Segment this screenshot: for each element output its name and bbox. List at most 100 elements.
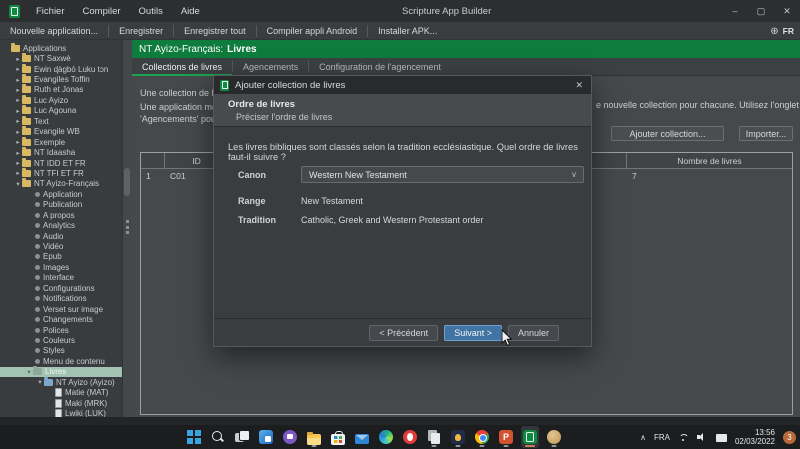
add-collection-button[interactable]: Ajouter collection... [611, 126, 724, 141]
tree-item-label: Application [43, 189, 83, 199]
tree-item-label: Text [34, 116, 49, 126]
tree-item-publication[interactable]: Publication [0, 200, 122, 210]
taskbar-item-purple-app[interactable] [281, 426, 299, 448]
tradition-value: Catholic, Greek and Western Protestant o… [301, 215, 484, 225]
tree-item-notifications[interactable]: Notifications [0, 294, 122, 304]
toolbar-button-enregistrer-tout[interactable]: Enregistrer tout [174, 22, 256, 39]
tree-item-epub[interactable]: Epub [0, 252, 122, 262]
next-button[interactable]: Suivant > [444, 324, 502, 341]
keyboard-language-indicator[interactable]: FRA [654, 433, 670, 442]
tree-item-images[interactable]: Images [0, 262, 122, 272]
tree-item-maki-mrk[interactable]: Maki (MRK) [0, 398, 122, 408]
menu-compiler[interactable]: Compiler [74, 0, 130, 22]
menu-aide[interactable]: Aide [172, 0, 209, 22]
cancel-button[interactable]: Annuler [507, 324, 559, 341]
tree-item-label: Verset sur image [43, 304, 104, 314]
tree-item-interface[interactable]: Interface [0, 273, 122, 283]
taskbar-item-widgets[interactable] [257, 426, 275, 448]
taskbar-item-scripture-app-builder[interactable] [521, 426, 539, 448]
tree-item-analytics[interactable]: Analytics [0, 220, 122, 230]
tree-item-styles[interactable]: Styles [0, 346, 122, 356]
taskbar-item-powerpoint[interactable]: P [497, 426, 515, 448]
tree-item-livres[interactable]: ▾ Livres [0, 366, 122, 377]
tree-item-application[interactable]: Application [0, 189, 122, 199]
tree-item-nt-idd-et-fr[interactable]: ▸ NT IDD ET FR [0, 157, 122, 168]
maximize-button[interactable]: ▢ [748, 0, 774, 22]
dialog-close-icon[interactable]: ✕ [575, 76, 583, 94]
tree-item-verset-sur-image[interactable]: Verset sur image [0, 304, 122, 314]
tree-item-nt-ayizo-ayizo[interactable]: ▾ NT Ayizo (Ayizo) [0, 376, 122, 387]
ui-language-label[interactable]: FR [783, 26, 794, 36]
taskbar-item-tan-app[interactable] [545, 426, 563, 448]
tree-item-nt-ayizo-fran-ais[interactable]: ▾ NT Ayizo-Français [0, 178, 122, 189]
tree-item-polices[interactable]: Polices [0, 325, 122, 335]
taskbar-item-store[interactable] [329, 426, 347, 448]
menu-fichier[interactable]: Fichier [27, 0, 74, 22]
tree-item-ewin-gb-luku-t-n[interactable]: ▸ Ewin ɖàgbò Luku tɔn [0, 63, 122, 74]
tree-item-exemple[interactable]: ▸ Exemple [0, 136, 122, 147]
tree-item-configurations[interactable]: Configurations [0, 283, 122, 293]
taskbar-item-mail[interactable] [353, 426, 371, 448]
tree-item-nt-saxw[interactable]: ▸ NT Saxwè [0, 53, 122, 63]
tree-item-label: Menu de contenu [43, 356, 105, 366]
tree-item-evangile-wb[interactable]: ▸ Evangile WB [0, 126, 122, 137]
minimize-button[interactable]: – [722, 0, 748, 22]
tree-item-label: Interface [43, 273, 75, 283]
toolbar-button-nouvelle-application[interactable]: Nouvelle application... [0, 22, 108, 39]
col-nombre-de-livres[interactable]: Nombre de livres [627, 153, 792, 168]
tree-item-changements[interactable]: Changements [0, 314, 122, 324]
sidebar-splitter[interactable] [122, 40, 132, 417]
tree-item-nt-idaasha[interactable]: ▸ NT Idaasha [0, 147, 122, 157]
start-icon [187, 430, 201, 444]
sidebar-scrollbar-thumb[interactable] [124, 168, 130, 196]
close-button[interactable]: ✕ [774, 0, 800, 22]
notification-badge[interactable]: 3 [783, 430, 796, 444]
tree-item-applications[interactable]: Applications [0, 42, 122, 53]
tree-item-lwiki-luk[interactable]: Lwiki (LUK) [0, 408, 122, 417]
tab-agencements[interactable]: Agencements [233, 58, 308, 75]
volume-icon[interactable] [696, 432, 708, 442]
tree-item-matie-mat[interactable]: Matie (MAT) [0, 387, 122, 398]
cell-rownum: 1 [146, 171, 151, 181]
tree-item-a-propos[interactable]: A propos [0, 210, 122, 220]
globe-icon: ⊕ [770, 25, 779, 37]
taskbar-item-chrome[interactable] [473, 426, 491, 448]
toolbar-button-enregistrer[interactable]: Enregistrer [109, 22, 173, 39]
battery-icon[interactable] [715, 432, 727, 442]
tray-chevron-up-icon[interactable]: ∧ [640, 433, 646, 442]
tree-item-nt-tfi-et-fr[interactable]: ▸ NT TFI ET FR [0, 167, 122, 178]
tab-collections-de-livres[interactable]: Collections de livres [132, 58, 233, 76]
tree-item-couleurs[interactable]: Couleurs [0, 335, 122, 345]
tree-item-text[interactable]: ▸ Text [0, 115, 122, 126]
menu-outils[interactable]: Outils [130, 0, 172, 22]
taskbar-item-edge[interactable] [377, 426, 395, 448]
taskbar-item-opera[interactable] [401, 426, 419, 448]
tree-item-luc-agouna[interactable]: ▸ Luc Agouna [0, 105, 122, 116]
tree-item-evangiles-toffin[interactable]: ▸ Evangiles Toffin [0, 74, 122, 84]
tree-item-vid-o[interactable]: Vidéo [0, 241, 122, 251]
taskbar-clock[interactable]: 13:56 02/03/2022 [735, 428, 775, 446]
taskbar-item-search[interactable] [209, 426, 227, 448]
toolbar-button-installer-apk[interactable]: Installer APK... [368, 22, 447, 39]
tree-item-label: Evangiles Toffin [34, 75, 90, 85]
tree-item-luc-ayizo[interactable]: ▸ Luc Ayizo [0, 94, 122, 105]
tree-item-menu-de-contenu[interactable]: Menu de contenu [0, 356, 122, 366]
tab-configuration-de-l-agencement[interactable]: Configuration de l'agencement [309, 58, 451, 75]
canon-select[interactable]: Western New Testament ∨ [301, 166, 584, 183]
tree-item-label: Evangile WB [34, 127, 80, 137]
tree-item-audio[interactable]: Audio [0, 231, 122, 241]
taskbar-item-documents-app[interactable] [425, 426, 443, 448]
tree-item-ruth-et-jonas[interactable]: ▸ Ruth et Jonas [0, 84, 122, 95]
dialog-step-subtitle: Préciser l'ordre de livres [236, 112, 333, 122]
desktop: Fichier Compiler Outils Aide Scripture App … [0, 0, 800, 449]
project-tree-sidebar: Applications ▸ NT Saxwè ▸ Ewin ɖàgbò Luku tɔ… [0, 40, 122, 417]
taskbar-item-start[interactable] [185, 426, 203, 448]
previous-button[interactable]: < Précédent [369, 324, 439, 341]
import-button[interactable]: Importer... [739, 126, 793, 141]
taskbar-item-file-explorer[interactable] [305, 426, 323, 448]
taskbar-item-task-view[interactable] [233, 426, 251, 448]
taskbar-item-media-app[interactable] [449, 426, 467, 448]
wifi-icon[interactable] [678, 432, 689, 442]
splitter-grip-icon [126, 220, 130, 234]
toolbar-button-compiler-appli-android[interactable]: Compiler appli Android [257, 22, 368, 39]
